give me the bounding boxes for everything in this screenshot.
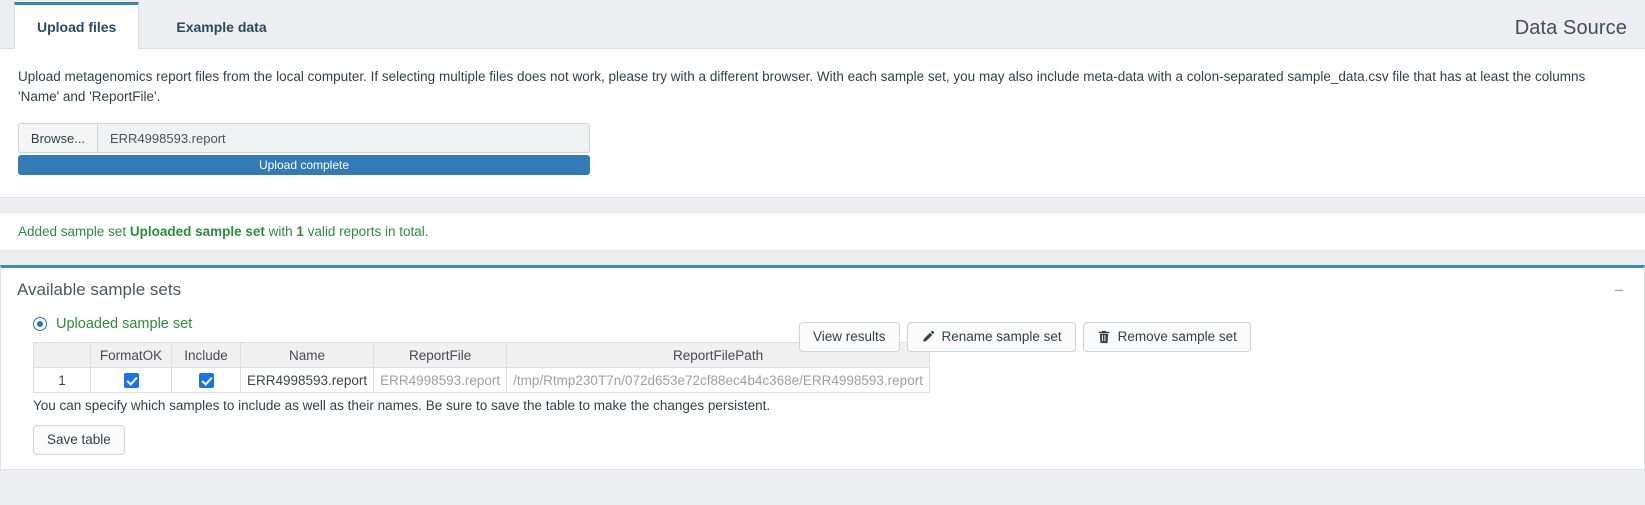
th-reportfile[interactable]: ReportFile	[373, 342, 508, 368]
data-source-panel: Upload files Example data Data Source Up…	[0, 0, 1645, 198]
remove-sample-set-label: Remove sample set	[1117, 329, 1237, 345]
status-message: Added sample set Uploaded sample set wit…	[18, 224, 428, 239]
remove-sample-set-button[interactable]: Remove sample set	[1082, 322, 1251, 352]
status-suffix: valid reports in total.	[303, 224, 429, 239]
file-upload-widget: Browse... ERR4998593.report Upload compl…	[18, 123, 590, 175]
tab-strip: Upload files Example data Data Source	[0, 0, 1645, 49]
table-row[interactable]: 1 ERR4998593.report ERR4998593.report /t…	[33, 367, 930, 393]
save-table-label: Save table	[47, 432, 111, 447]
status-middle: with	[264, 224, 297, 239]
sample-set-radio-label[interactable]: Uploaded sample set	[56, 316, 192, 332]
cell-reportfile: ERR4998593.report	[373, 367, 508, 393]
th-include[interactable]: Include	[171, 342, 241, 368]
rename-sample-set-button[interactable]: Rename sample set	[906, 322, 1076, 352]
browse-button[interactable]: Browse...	[19, 124, 98, 152]
page-title: Data Source	[1514, 17, 1627, 39]
available-sample-sets-card: Available sample sets − Uploaded sample …	[0, 265, 1645, 470]
tab-upload-files-label: Upload files	[37, 19, 117, 35]
view-results-label: View results	[813, 329, 886, 345]
status-strip: Added sample set Uploaded sample set wit…	[0, 212, 1645, 251]
pencil-icon	[921, 330, 935, 344]
table-body: 1 ERR4998593.report ERR4998593.report /t…	[33, 367, 930, 393]
status-count: 1	[296, 224, 304, 239]
tab-example-data[interactable]: Example data	[153, 4, 289, 48]
save-table-button[interactable]: Save table	[33, 425, 125, 455]
minus-icon[interactable]: −	[1610, 282, 1628, 299]
trash-icon	[1097, 330, 1111, 344]
include-checkbox[interactable]	[198, 372, 214, 388]
view-results-button[interactable]: View results	[799, 322, 900, 352]
card-header: Available sample sets −	[1, 268, 1644, 308]
formatok-checkbox[interactable]	[123, 372, 139, 388]
th-name[interactable]: Name	[239, 342, 375, 368]
card-title: Available sample sets	[17, 280, 182, 299]
rename-sample-set-label: Rename sample set	[941, 329, 1062, 345]
card-body: Uploaded sample set View results Rename …	[1, 308, 1644, 469]
sample-set-actions: View results Rename sample set Remove sa…	[799, 322, 1251, 352]
file-input-row[interactable]: Browse... ERR4998593.report	[18, 123, 590, 153]
status-set-name: Uploaded sample set	[129, 224, 265, 239]
th-formatok[interactable]: FormatOK	[90, 342, 172, 368]
cell-include[interactable]	[171, 367, 241, 393]
th-index[interactable]	[33, 342, 91, 368]
cell-index: 1	[33, 367, 91, 393]
cell-name[interactable]: ERR4998593.report	[239, 367, 375, 393]
sample-sets-table: FormatOK Include Name ReportFile ReportF…	[33, 342, 930, 393]
tab-example-data-label: Example data	[176, 19, 267, 35]
status-prefix: Added sample set	[18, 224, 130, 239]
cell-reportfilepath: /tmp/Rtmp230T7n/072d653e72cf88ec4b4c368e…	[506, 367, 930, 393]
tab-upload-files[interactable]: Upload files	[14, 2, 140, 49]
upload-progress-bar: Upload complete	[18, 155, 590, 175]
table-note: You can specify which samples to include…	[33, 398, 771, 413]
upload-description: Upload metagenomics report files from th…	[18, 69, 1586, 104]
table-header-row: FormatOK Include Name ReportFile ReportF…	[33, 342, 930, 368]
upload-panel-body: Upload metagenomics report files from th…	[0, 49, 1645, 197]
table-head: FormatOK Include Name ReportFile ReportF…	[33, 342, 930, 368]
sample-set-radio[interactable]	[33, 317, 47, 331]
selected-file-name: ERR4998593.report	[98, 124, 589, 152]
cell-formatok[interactable]	[90, 367, 172, 393]
